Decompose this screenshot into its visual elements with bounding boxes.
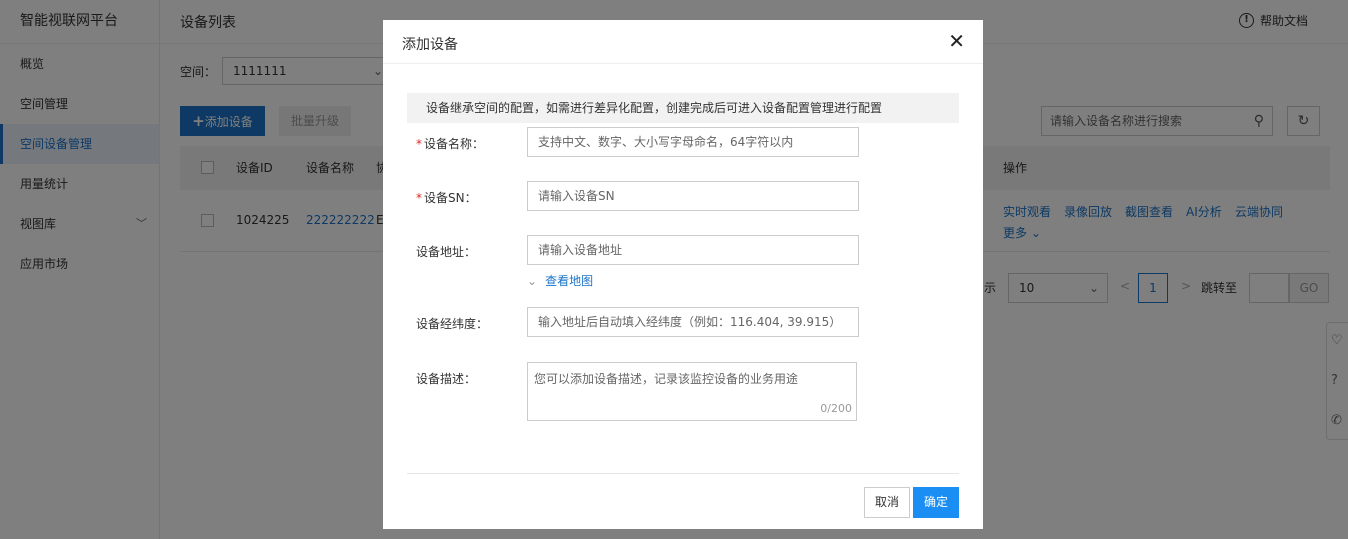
device-address-input[interactable]: 请输入设备地址 [527, 235, 859, 265]
chevron-down-icon: ⌄ [527, 273, 538, 288]
required-mark: * [416, 137, 422, 151]
view-map-label: 查看地图 [545, 274, 594, 288]
desc-char-counter: 0/200 [820, 402, 852, 415]
close-icon[interactable]: ✕ [948, 29, 965, 53]
required-mark: * [416, 191, 422, 205]
device-coords-label: 设备经纬度： [416, 317, 489, 331]
device-name-label-text: 设备名称： [424, 137, 485, 151]
inherit-config-notice: 设备继承空间的配置，如需进行差异化配置，创建完成后可进入设备配置管理进行配置 [407, 93, 959, 123]
footer-divider [407, 473, 959, 474]
device-address-label: 设备地址： [416, 245, 477, 259]
device-sn-placeholder: 请输入设备SN [538, 189, 615, 203]
device-sn-label: * 设备SN： [416, 189, 477, 206]
view-map-link[interactable]: ⌄ 查看地图 [527, 272, 593, 289]
dialog-header: 添加设备 ✕ [383, 20, 983, 64]
device-name-placeholder: 支持中文、数字、大小写字母命名，64字符以内 [538, 135, 794, 149]
device-desc-textarea[interactable]: 您可以添加设备描述，记录该监控设备的业务用途 0/200 [527, 362, 857, 421]
device-address-placeholder: 请输入设备地址 [538, 243, 623, 257]
device-sn-label-text: 设备SN： [424, 191, 477, 205]
cancel-button[interactable]: 取消 [864, 487, 910, 518]
confirm-button[interactable]: 确定 [913, 487, 959, 518]
add-device-dialog: 添加设备 ✕ 设备继承空间的配置，如需进行差异化配置，创建完成后可进入设备配置管… [383, 20, 983, 529]
device-coords-placeholder: 输入地址后自动填入经纬度（例如：116.404, 39.915） [538, 315, 842, 329]
dialog-title: 添加设备 [402, 37, 458, 53]
device-desc-placeholder: 您可以添加设备描述，记录该监控设备的业务用途 [534, 372, 799, 386]
device-sn-input[interactable]: 请输入设备SN [527, 181, 859, 211]
device-name-input[interactable]: 支持中文、数字、大小写字母命名，64字符以内 [527, 127, 859, 157]
device-coords-input[interactable]: 输入地址后自动填入经纬度（例如：116.404, 39.915） [527, 307, 859, 337]
device-desc-label: 设备描述： [416, 372, 477, 386]
device-name-label: * 设备名称： [416, 135, 484, 152]
